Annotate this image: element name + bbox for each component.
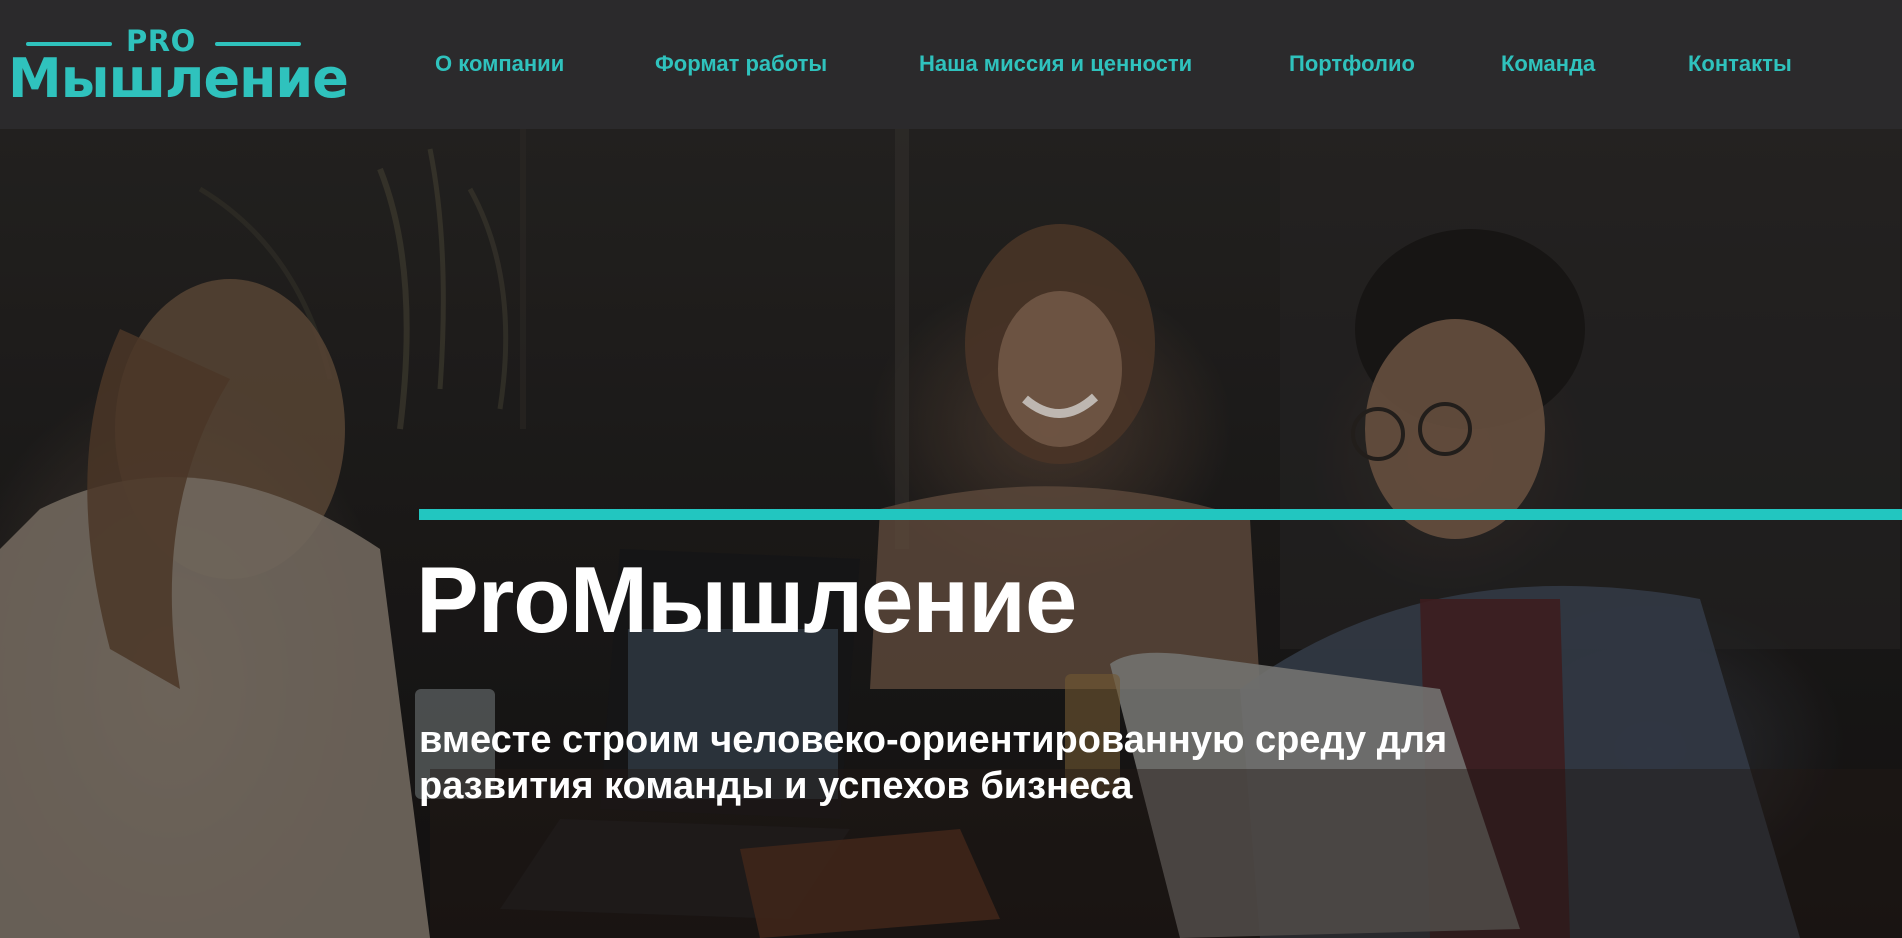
page: PRO Мышление О компании Формат работы На… — [0, 0, 1902, 938]
hero-accent-bar — [419, 509, 1902, 520]
site-header: PRO Мышление О компании Формат работы На… — [0, 0, 1902, 129]
hero-dark-overlay — [0, 129, 1902, 938]
logo-line-right — [215, 42, 301, 46]
nav-item-portfolio[interactable]: Портфолио — [1289, 50, 1415, 78]
nav-item-work-format[interactable]: Формат работы — [655, 50, 827, 78]
hero-title: ProМышление — [416, 547, 1077, 652]
hero-section: ProМышление вместе строим человеко-ориен… — [0, 129, 1902, 938]
nav-item-about[interactable]: О компании — [435, 50, 564, 78]
nav-item-mission[interactable]: Наша миссия и ценности — [919, 50, 1192, 78]
main-nav: О компании Формат работы Наша миссия и ц… — [0, 50, 1902, 80]
nav-item-team[interactable]: Команда — [1501, 50, 1595, 78]
nav-item-contacts[interactable]: Контакты — [1688, 50, 1792, 78]
hero-subtitle: вместе строим человеко-ориентированную с… — [419, 719, 1448, 807]
logo-line-left — [26, 42, 112, 46]
